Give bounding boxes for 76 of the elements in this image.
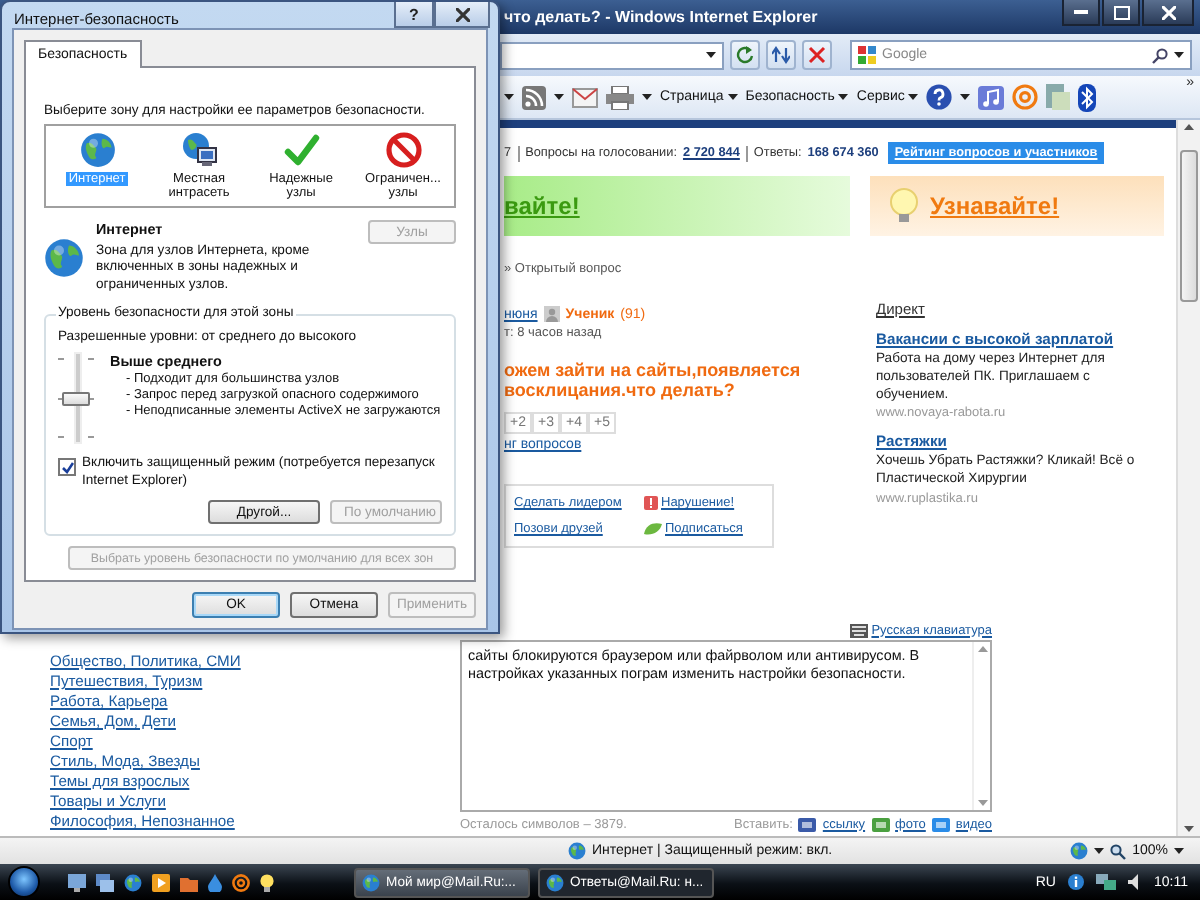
windows-stack-icon[interactable]: [96, 873, 114, 891]
close-icon: [455, 7, 469, 21]
globe-icon: [362, 873, 380, 891]
scroll-down-icon[interactable]: [977, 800, 987, 806]
ring-icon[interactable]: [232, 873, 250, 891]
dropdown-caret-icon: [554, 94, 564, 100]
globe-icon: [1070, 842, 1089, 860]
link-icon: [798, 817, 817, 831]
info-icon[interactable]: [1068, 874, 1084, 890]
minimize-icon: [1074, 10, 1088, 14]
zoom-icon[interactable]: [1110, 843, 1127, 859]
window-title: что делать? - Windows Internet Explorer: [504, 8, 820, 26]
check-mark-icon: [283, 132, 319, 168]
folder-icon[interactable]: [180, 873, 198, 891]
keyboard-icon: [849, 623, 868, 637]
avatar-icon: [543, 306, 560, 322]
checkbox[interactable]: [58, 458, 76, 477]
alert-icon: [643, 496, 657, 510]
arrows-button[interactable]: [766, 40, 796, 70]
rss-feed-icon[interactable]: [522, 85, 546, 109]
printer-icon[interactable]: [606, 85, 634, 109]
envelope-icon[interactable]: [572, 87, 598, 107]
refresh-button[interactable]: [730, 40, 760, 70]
dropdown-caret-icon: [960, 94, 971, 100]
color-squares-icon: [858, 46, 876, 64]
slider-thumb[interactable]: [62, 391, 90, 406]
globe-icon: [44, 238, 84, 278]
caret-icon: [908, 94, 919, 100]
up-down-arrows-icon: [772, 46, 790, 64]
dropdown-caret-icon: [504, 94, 514, 100]
music-note-icon[interactable]: [978, 85, 1005, 109]
globe-icon: [79, 132, 115, 168]
no-entry-icon: [385, 132, 421, 168]
stop-button[interactable]: [802, 40, 832, 70]
scrollbar[interactable]: [1176, 120, 1200, 836]
maximize-button[interactable]: [1102, 0, 1140, 26]
close-icon: [1161, 5, 1175, 19]
scroll-up-icon[interactable]: [1184, 124, 1194, 130]
globe-icon: [546, 873, 564, 891]
minimize-button[interactable]: [1062, 0, 1100, 26]
drop-icon[interactable]: [208, 873, 222, 891]
light-bulb-icon[interactable]: [260, 873, 274, 891]
globe-icon: [124, 873, 142, 891]
start-button[interactable]: [8, 866, 40, 898]
caret-icon: [727, 94, 738, 100]
monitor-icon[interactable]: [68, 873, 86, 891]
light-bulb-icon: [890, 188, 918, 224]
search-icon[interactable]: [1152, 47, 1168, 63]
network-icon[interactable]: [1096, 874, 1116, 890]
scroll-up-icon[interactable]: [977, 646, 987, 652]
leaf-icon: [643, 522, 661, 536]
address-field[interactable]: [500, 41, 724, 69]
scroll-down-icon[interactable]: [1184, 826, 1194, 832]
caret-icon: [1174, 848, 1184, 854]
speaker-icon[interactable]: [1128, 874, 1142, 890]
globe-monitor-icon: [181, 132, 217, 168]
dropdown-caret-icon: [706, 52, 716, 58]
help-icon[interactable]: [926, 84, 953, 110]
close-button[interactable]: [434, 2, 490, 28]
question-title: восклицания.что делать?: [504, 380, 737, 400]
caret-icon: [838, 94, 849, 100]
scrollbar-thumb[interactable]: [1180, 150, 1198, 302]
help-button[interactable]: ?: [394, 2, 434, 28]
dropdown-caret-icon: [1174, 52, 1184, 58]
stop-icon: [808, 46, 826, 64]
refresh-icon: [736, 46, 754, 64]
photo-icon: [871, 817, 890, 831]
caret-icon: [1094, 848, 1105, 854]
play-icon[interactable]: [152, 873, 170, 891]
close-button[interactable]: [1142, 0, 1194, 26]
security-slider[interactable]: [58, 352, 94, 445]
maximize-icon: [1113, 5, 1129, 19]
dropdown-caret-icon: [642, 94, 652, 100]
globe-icon: [568, 842, 586, 860]
bluetooth-icon[interactable]: [1078, 83, 1097, 111]
question-title: ожем зайти на сайты,появляется: [504, 360, 803, 380]
